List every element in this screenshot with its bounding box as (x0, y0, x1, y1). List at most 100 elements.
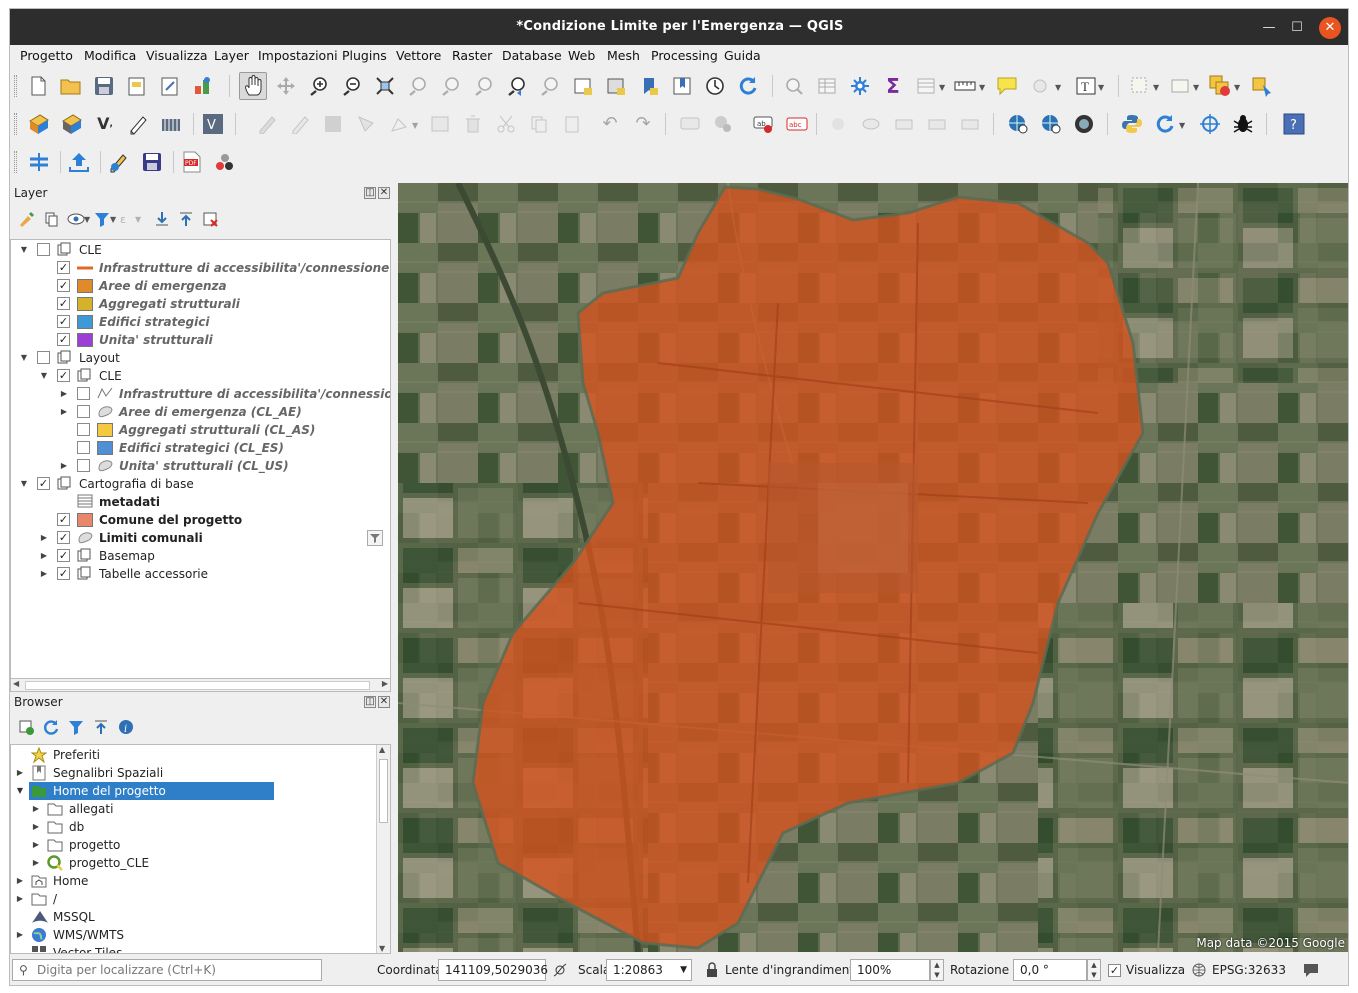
menu-guida[interactable]: Guida (724, 48, 761, 63)
debug-icon[interactable] (1231, 112, 1255, 136)
layer-row[interactable]: ▶ ✓ Basemap (11, 547, 390, 565)
browser-item[interactable]: ▶ Segnalibri Spaziali (11, 764, 390, 782)
vertical-align-icon[interactable] (27, 150, 51, 174)
layer-visibility-checkbox[interactable]: ✓ (57, 333, 70, 346)
layer-visibility-checkbox[interactable]: ✓ (57, 369, 70, 382)
render-checkbox[interactable]: ✓ (1108, 964, 1121, 977)
expand-arrow-icon[interactable]: ▶ (31, 836, 41, 854)
layer-row[interactable]: ✓ Aree di emergenza (11, 277, 390, 295)
statistics-icon[interactable]: Σ (881, 74, 905, 98)
new-print-layout-icon[interactable] (125, 74, 149, 98)
layer-row[interactable]: ✓ Comune del progetto (11, 511, 390, 529)
layer-row[interactable]: Aggregati strutturali (CL_AS) (11, 421, 390, 439)
menu-progetto[interactable]: Progetto (20, 48, 73, 63)
expand-arrow-icon[interactable]: ▶ (15, 926, 25, 944)
toggle-editing-icon[interactable] (288, 112, 312, 136)
map-canvas[interactable]: Map data ©2015 Google (398, 183, 1348, 952)
scroll-up-icon[interactable]: ▲ (379, 745, 385, 754)
expand-arrow-icon[interactable]: ▶ (39, 529, 49, 547)
browser-item[interactable]: Vector Tiles (11, 944, 390, 953)
filter-legend-icon[interactable] (92, 209, 112, 229)
layer-visibility-checkbox[interactable]: ✓ (57, 513, 70, 526)
layer-visibility-checkbox[interactable] (77, 387, 90, 400)
vertex-tool-icon[interactable] (387, 112, 411, 136)
scroll-down-icon[interactable]: ▼ (379, 944, 385, 953)
metasearch-icon[interactable] (1006, 112, 1030, 136)
menu-impostazioni[interactable]: Impostazioni (258, 48, 338, 63)
menu-modifica[interactable]: Modifica (84, 48, 136, 63)
expand-all-icon[interactable] (152, 209, 172, 229)
add-delimited-text-icon[interactable]: V, (93, 112, 117, 136)
open-attribute-table-icon[interactable] (815, 74, 839, 98)
magnifier-spinner[interactable]: ▲ ▼ (930, 959, 944, 981)
toolbar-grip[interactable] (14, 75, 17, 97)
expand-arrow-icon[interactable]: ▶ (39, 565, 49, 583)
layer-row[interactable]: ▶ ✓ Tabelle accessorie (11, 565, 390, 583)
georeferencer-icon[interactable] (1198, 112, 1222, 136)
save-layer-icon[interactable] (140, 150, 164, 174)
layer-visibility-checkbox[interactable] (37, 351, 50, 364)
modify-attributes-icon[interactable] (428, 112, 452, 136)
zoom-last-icon[interactable] (505, 74, 529, 98)
layer-visibility-checkbox[interactable] (37, 243, 50, 256)
lock-scale-icon[interactable] (702, 959, 722, 981)
layer-row[interactable]: ✓ Edifici strategici (11, 313, 390, 331)
coordinate-field[interactable]: 141109,5029036 (438, 959, 548, 981)
layer-visibility-checkbox[interactable]: ✓ (57, 549, 70, 562)
new-project-icon[interactable] (26, 74, 50, 98)
layer-row[interactable]: ▼ CLE (11, 241, 390, 259)
export-pdf-icon[interactable]: PDF (180, 150, 204, 174)
layer-visibility-checkbox[interactable]: ✓ (57, 261, 70, 274)
crs-globe-icon[interactable] (1189, 959, 1209, 981)
collapse-all-icon[interactable] (91, 717, 111, 737)
menu-mesh[interactable]: Mesh (607, 48, 640, 63)
deselect-all-icon[interactable] (1208, 74, 1232, 98)
new-3d-view-icon[interactable] (604, 74, 628, 98)
edit-pencil-icon[interactable] (255, 112, 279, 136)
expand-arrow-icon[interactable]: ▶ (39, 547, 49, 565)
layer-row[interactable]: ▶ Unita' strutturali (CL_US) (11, 457, 390, 475)
highlight-label-icon[interactable]: ab (752, 112, 776, 136)
add-vector-layer-icon[interactable] (27, 112, 51, 136)
expand-arrow-icon[interactable]: ▶ (31, 854, 41, 872)
toolbar-grip[interactable] (14, 113, 17, 135)
layer-visibility-checkbox[interactable]: ✓ (57, 279, 70, 292)
add-raster-layer-icon[interactable] (60, 112, 84, 136)
style-panel-icon[interactable] (16, 209, 36, 229)
rotation-spinner[interactable]: ▲ ▼ (1087, 959, 1101, 981)
expand-arrow-icon[interactable]: ▶ (59, 403, 69, 421)
save-edits-icon[interactable] (321, 112, 345, 136)
expand-arrow-icon[interactable]: ▶ (59, 385, 69, 403)
layer-row[interactable]: ✓ Infrastrutture di accessibilita'/connes… (11, 259, 390, 277)
menu-layer[interactable]: Layer (214, 48, 249, 63)
layer-visibility-checkbox[interactable]: ✓ (37, 477, 50, 490)
collapse-arrow-icon[interactable]: ▼ (19, 475, 29, 493)
add-virtual-layer-icon[interactable] (159, 112, 183, 136)
visibility-eye-icon[interactable] (66, 209, 86, 229)
layer-row[interactable]: Edifici strategici (CL_ES) (11, 439, 390, 457)
wms-search-icon[interactable] (1039, 112, 1063, 136)
new-map-view-icon[interactable] (571, 74, 595, 98)
osm-icon[interactable] (1072, 112, 1096, 136)
crs-label[interactable]: EPSG:32633 (1212, 963, 1286, 977)
text-annotation-icon[interactable]: T (1074, 74, 1098, 98)
close-button[interactable]: ✕ (1319, 17, 1341, 39)
expand-arrow-icon[interactable]: ▶ (15, 872, 25, 890)
zoom-to-layer-icon[interactable] (439, 74, 463, 98)
filter-browser-icon[interactable] (66, 717, 86, 737)
minimize-button[interactable]: — (1258, 17, 1280, 39)
browser-item[interactable]: Preferiti (11, 746, 390, 764)
rotate-label-icon[interactable] (892, 112, 916, 136)
label-properties-icon[interactable] (958, 112, 982, 136)
close-panel-icon[interactable]: ✕ (378, 696, 390, 708)
layer-row[interactable]: ▼ ✓ CLE (11, 367, 390, 385)
browser-item[interactable]: ▶ Home (11, 872, 390, 890)
menu-plugins[interactable]: Plugins (342, 48, 387, 63)
change-label-icon[interactable] (925, 112, 949, 136)
remove-layer-icon[interactable] (200, 209, 220, 229)
layer-row[interactable]: metadati (11, 493, 390, 511)
layer-visibility-checkbox[interactable] (77, 459, 90, 472)
filter-expression-icon[interactable]: ε (117, 209, 137, 229)
pan-map-icon[interactable] (239, 72, 267, 100)
temporal-controller-icon[interactable] (703, 74, 727, 98)
